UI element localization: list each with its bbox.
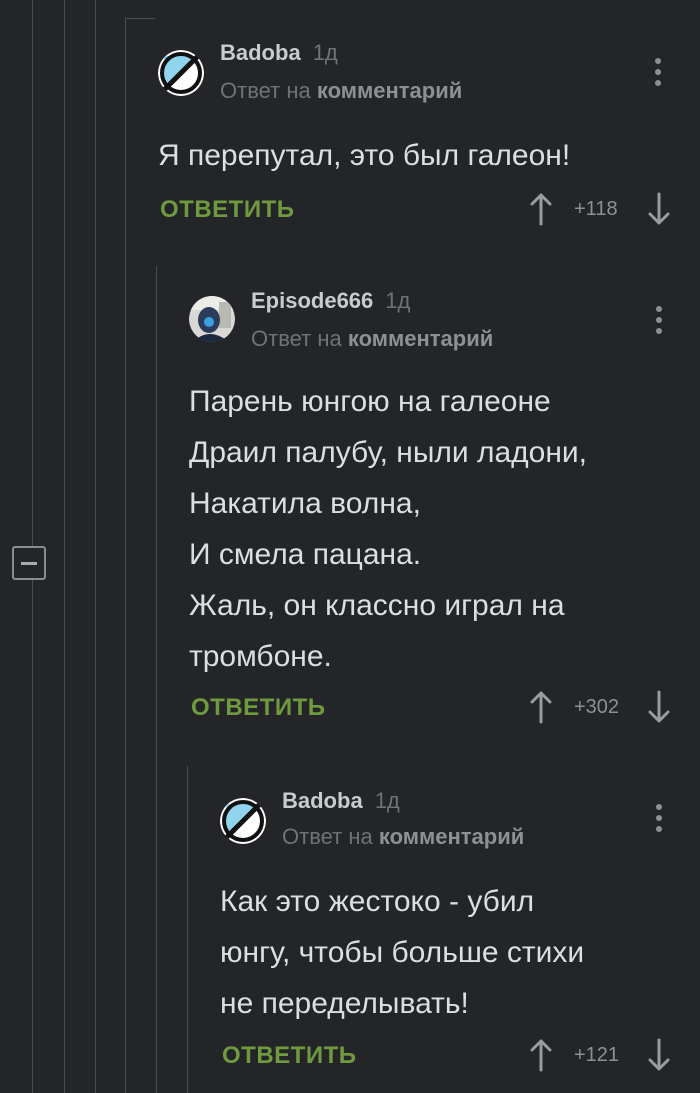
arrow-up-icon[interactable] [530, 1038, 552, 1072]
reply-to: Ответ на комментарий [251, 326, 493, 352]
username-text[interactable]: Badoba [282, 788, 363, 813]
arrow-down-icon[interactable] [648, 192, 670, 226]
avatar[interactable] [220, 798, 266, 844]
comment: Episode666 1д Ответ на комментарий Парень… [189, 286, 689, 736]
vote-score: +302 [574, 696, 620, 718]
reply-to: Ответ на комментарий [220, 78, 462, 104]
comment-line: Я перепутал, это был галеон! [158, 139, 571, 172]
arrow-down-icon[interactable] [648, 1038, 670, 1072]
thread-line [64, 0, 65, 1093]
reply-prefix: Ответ на [251, 326, 342, 351]
arrow-up-icon[interactable] [530, 690, 552, 724]
comment-time: 1д [374, 788, 400, 813]
reply-target-link[interactable]: комментарий [348, 326, 493, 351]
comment-thread: Badoba 1д Ответ на комментарий Я перепута… [0, 0, 700, 1093]
comment-time: 1д [385, 288, 411, 313]
comment-line: Накатила волна, [189, 487, 421, 520]
collapse-thread-button[interactable] [12, 546, 46, 580]
reply-button[interactable]: ОТВЕТИТЬ [222, 1042, 357, 1070]
thread-branch [125, 18, 155, 19]
comment: Badoba 1д Ответ на комментарий Как это же… [220, 786, 690, 1086]
thread-line [125, 18, 126, 1093]
username-text[interactable]: Badoba [220, 40, 301, 65]
thread-line [156, 266, 157, 1093]
avatar[interactable] [189, 296, 235, 342]
arrow-down-icon[interactable] [648, 690, 670, 724]
avatar[interactable] [158, 50, 204, 96]
reply-to: Ответ на комментарий [282, 824, 524, 850]
comment-body: Как это жестоко - убил юнгу, чтобы больш… [220, 876, 584, 1029]
thread-line [32, 580, 33, 1093]
vote-score: +121 [574, 1044, 620, 1066]
comment-line: Жаль, он классно играл на [189, 589, 565, 622]
comment-line: Парень юнгою на галеоне [189, 385, 551, 418]
comment-line: тромбоне. [189, 640, 332, 673]
episode666-avatar [189, 296, 235, 342]
thread-line [95, 0, 96, 1093]
thread-line [187, 766, 188, 1093]
comment: Badoba 1д Ответ на комментарий Я перепута… [158, 38, 688, 238]
reply-target-link[interactable]: комментарий [317, 78, 462, 103]
comment-line: Драил палубу, ныли ладони, [189, 436, 588, 469]
vote-score: +118 [574, 198, 618, 220]
reply-button[interactable]: ОТВЕТИТЬ [191, 694, 326, 722]
minus-square-icon [21, 561, 37, 565]
comment-body: Я перепутал, это был галеон! [158, 130, 570, 181]
badoba-avatar [220, 798, 266, 844]
more-vertical-icon[interactable] [655, 306, 663, 336]
more-vertical-icon[interactable] [654, 58, 662, 88]
username-text[interactable]: Episode666 [251, 288, 373, 313]
reply-button[interactable]: ОТВЕТИТЬ [160, 196, 295, 224]
reply-prefix: Ответ на [220, 78, 311, 103]
comment-line: не переделывать! [220, 987, 469, 1020]
username[interactable]: Episode666 1д [251, 288, 410, 314]
comment-line: Как это жестоко - убил [220, 885, 535, 918]
badoba-avatar [158, 50, 204, 96]
username[interactable]: Badoba 1д [282, 788, 400, 814]
comment-time: 1д [312, 40, 338, 65]
more-vertical-icon[interactable] [655, 804, 663, 834]
comment-line: юнгу, чтобы больше стихи [220, 936, 585, 969]
reply-prefix: Ответ на [282, 824, 373, 849]
comment-body: Парень юнгою на галеоне Драил палубу, ны… [189, 376, 587, 682]
username[interactable]: Badoba 1д [220, 40, 338, 66]
arrow-up-icon[interactable] [530, 192, 552, 226]
thread-line [32, 0, 33, 546]
comment-line: И смела пацана. [189, 538, 422, 571]
reply-target-link[interactable]: комментарий [379, 824, 524, 849]
